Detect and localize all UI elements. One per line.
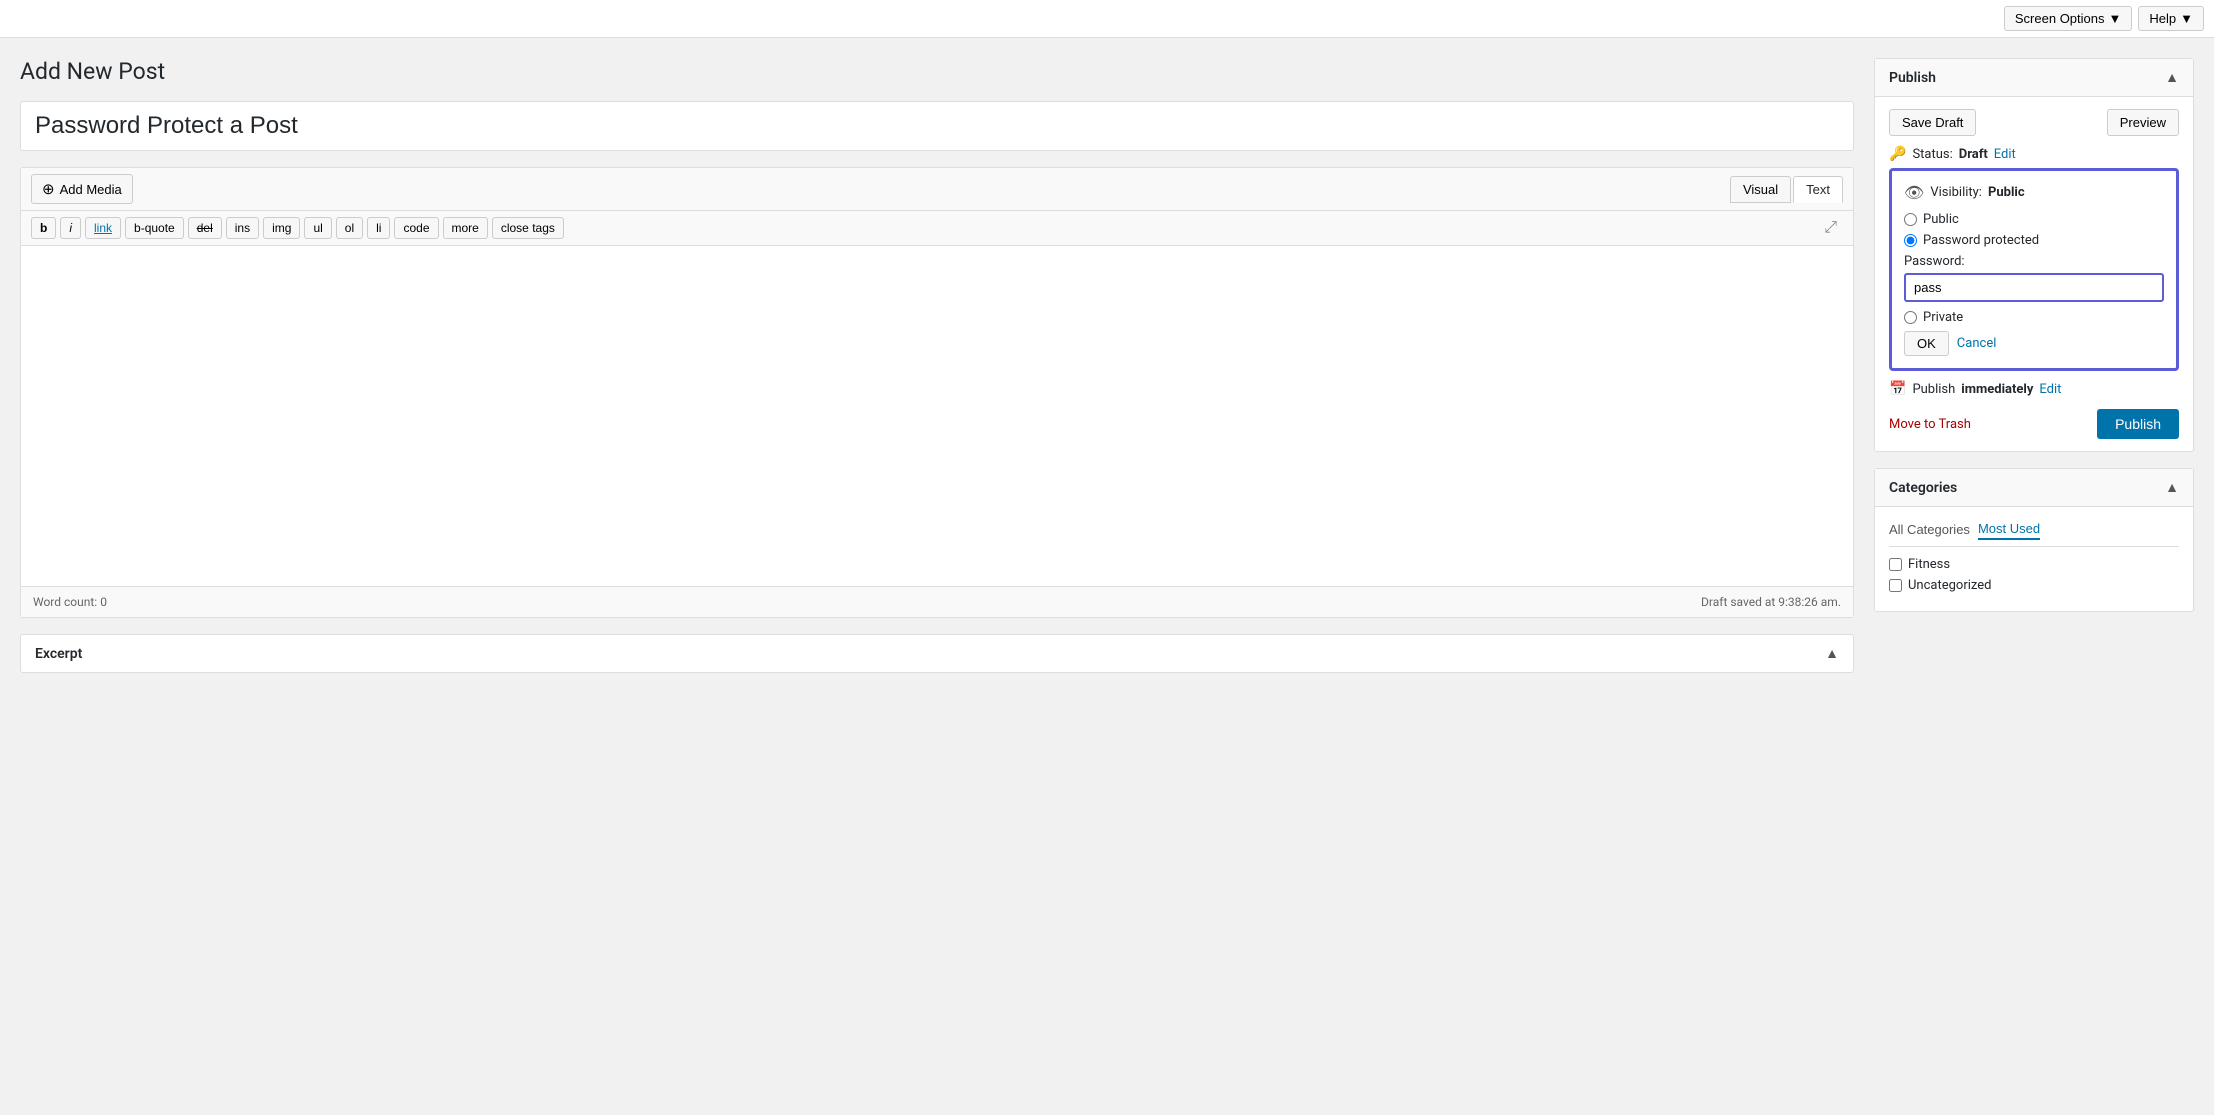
fmt-li[interactable]: li <box>367 217 390 239</box>
fmt-del[interactable]: del <box>188 217 222 239</box>
ok-button[interactable]: OK <box>1904 331 1949 356</box>
label-private: Private <box>1923 310 1963 325</box>
help-button[interactable]: Help ▼ <box>2138 6 2204 31</box>
page-title: Add New Post <box>20 58 1854 85</box>
word-count: Word count: 0 <box>33 595 107 609</box>
fmt-ins[interactable]: ins <box>226 217 259 239</box>
status-edit-link[interactable]: Edit <box>1994 147 2016 162</box>
draft-saved: Draft saved at 9:38:26 am. <box>1701 595 1841 609</box>
category-item-fitness: Fitness <box>1889 557 2179 572</box>
status-row: 🔑 Status: Draft Edit <box>1889 146 2179 162</box>
move-to-trash-link[interactable]: Move to Trash <box>1889 417 1971 432</box>
tab-most-used[interactable]: Most Used <box>1978 519 2040 540</box>
fmt-bquote[interactable]: b-quote <box>125 217 184 239</box>
save-draft-button[interactable]: Save Draft <box>1889 109 1976 136</box>
fmt-ol[interactable]: ol <box>336 217 363 239</box>
eye-icon: 👁 <box>1904 183 1924 202</box>
fmt-italic[interactable]: i <box>60 217 81 239</box>
password-input[interactable] <box>1904 273 2164 302</box>
visibility-label: Visibility: <box>1930 185 1982 200</box>
publish-box-title: Publish <box>1889 70 1936 86</box>
calendar-icon: 📅 <box>1889 381 1906 397</box>
visibility-option-public: Public <box>1904 212 2164 227</box>
fmt-link[interactable]: link <box>85 217 121 239</box>
publish-schedule-row: 📅 Publish immediately Edit <box>1889 381 2179 397</box>
visibility-popup: 👁 Visibility: Public Public Password pro… <box>1889 168 2179 371</box>
editor-formatting-bar: b i link b-quote del ins img ul ol li co… <box>21 211 1853 246</box>
fmt-more[interactable]: more <box>443 217 488 239</box>
tab-visual[interactable]: Visual <box>1730 176 1791 203</box>
publish-actions: Move to Trash Publish <box>1889 409 2179 439</box>
excerpt-collapse-arrow[interactable]: ▲ <box>1825 645 1839 662</box>
categories-box: Categories ▲ All Categories Most Used Fi… <box>1874 468 2194 612</box>
status-label: Status: <box>1912 147 1952 162</box>
add-media-label: Add Media <box>60 182 122 197</box>
publish-collapse-arrow[interactable]: ▲ <box>2165 69 2179 86</box>
excerpt-header[interactable]: Excerpt ▲ <box>21 635 1853 672</box>
visibility-value: Public <box>1988 185 2025 200</box>
top-bar: Screen Options ▼ Help ▼ <box>0 0 2214 38</box>
cancel-button[interactable]: Cancel <box>1957 336 1997 351</box>
preview-button[interactable]: Preview <box>2107 109 2179 136</box>
label-password: Password protected <box>1923 233 2039 248</box>
fullscreen-button[interactable]: ⤢ <box>1818 217 1843 239</box>
radio-password[interactable] <box>1904 234 1917 247</box>
visual-text-tabs: Visual Text <box>1730 176 1843 203</box>
password-label: Password: <box>1904 254 2164 269</box>
fmt-ul[interactable]: ul <box>304 217 331 239</box>
main-content: Add New Post ⊕ Add Media Visual Text <box>20 58 1854 673</box>
checkbox-fitness[interactable] <box>1889 558 1902 571</box>
sidebar: Publish ▲ Save Draft Preview 🔑 Status: <box>1874 58 2194 673</box>
add-media-icon: ⊕ <box>42 180 55 198</box>
help-label: Help <box>2149 11 2176 26</box>
categories-box-body: All Categories Most Used Fitness Uncateg… <box>1875 507 2193 611</box>
editor-toolbar-top: ⊕ Add Media Visual Text <box>21 168 1853 211</box>
fmt-code[interactable]: code <box>394 217 438 239</box>
radio-public[interactable] <box>1904 213 1917 226</box>
categories-title: Categories <box>1889 480 1957 496</box>
label-public: Public <box>1923 212 1959 227</box>
screen-options-button[interactable]: Screen Options ▼ <box>2004 6 2132 31</box>
radio-private[interactable] <box>1904 311 1917 324</box>
screen-options-arrow: ▼ <box>2109 11 2122 26</box>
publish-box-body: Save Draft Preview 🔑 Status: Draft Edit <box>1875 97 2193 451</box>
editor-content[interactable] <box>21 246 1853 586</box>
ok-cancel-row: OK Cancel <box>1904 331 2164 356</box>
draft-preview-row: Save Draft Preview <box>1889 109 2179 136</box>
visibility-header: 👁 Visibility: Public <box>1904 183 2164 202</box>
publish-schedule-edit-link[interactable]: Edit <box>2039 382 2061 397</box>
categories-box-header: Categories ▲ <box>1875 469 2193 507</box>
categories-tabs: All Categories Most Used <box>1889 519 2179 547</box>
categories-collapse-arrow[interactable]: ▲ <box>2165 479 2179 496</box>
label-fitness: Fitness <box>1908 557 1950 572</box>
editor-area: ⊕ Add Media Visual Text b i link <box>20 167 1854 618</box>
post-title-input[interactable] <box>20 101 1854 151</box>
publish-schedule-label: Publish <box>1912 382 1955 397</box>
page-wrapper: Add New Post ⊕ Add Media Visual Text <box>0 38 2214 693</box>
publish-box-header: Publish ▲ <box>1875 59 2193 97</box>
category-item-uncategorized: Uncategorized <box>1889 578 2179 593</box>
publish-button[interactable]: Publish <box>2097 409 2179 439</box>
fmt-close-tags[interactable]: close tags <box>492 217 564 239</box>
tab-all-categories[interactable]: All Categories <box>1889 519 1970 540</box>
fmt-bold[interactable]: b <box>31 217 56 239</box>
tab-text[interactable]: Text <box>1793 176 1843 203</box>
immediately-label: immediately <box>1961 382 2033 397</box>
checkbox-uncategorized[interactable] <box>1889 579 1902 592</box>
format-buttons-group: b i link b-quote del ins img ul ol li co… <box>31 217 564 239</box>
excerpt-section: Excerpt ▲ <box>20 634 1854 673</box>
visibility-option-private: Private <box>1904 310 2164 325</box>
status-value: Draft <box>1959 147 1988 162</box>
excerpt-title: Excerpt <box>35 646 82 662</box>
editor-footer: Word count: 0 Draft saved at 9:38:26 am. <box>21 586 1853 617</box>
key-icon: 🔑 <box>1889 146 1906 162</box>
label-uncategorized: Uncategorized <box>1908 578 1991 593</box>
password-section: Password: <box>1904 254 2164 310</box>
screen-options-label: Screen Options <box>2015 11 2105 26</box>
visibility-option-password: Password protected <box>1904 233 2164 248</box>
add-media-button[interactable]: ⊕ Add Media <box>31 174 133 204</box>
publish-box: Publish ▲ Save Draft Preview 🔑 Status: <box>1874 58 2194 452</box>
help-arrow: ▼ <box>2180 11 2193 26</box>
fmt-img[interactable]: img <box>263 217 300 239</box>
